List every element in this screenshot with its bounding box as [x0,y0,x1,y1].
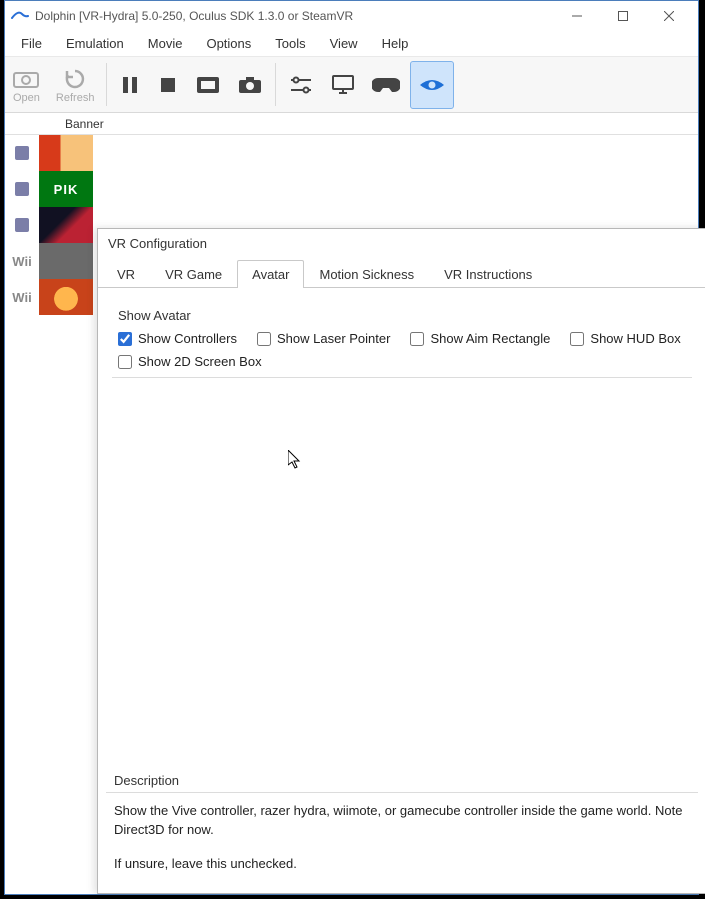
checkbox-label: Show Laser Pointer [277,331,390,346]
toolbar-screenshot[interactable] [229,57,271,112]
menu-options[interactable]: Options [196,34,261,53]
toolbar-refresh[interactable]: Refresh [48,57,103,112]
window-title: Dolphin [VR-Hydra] 5.0-250, Oculus SDK 1… [35,9,353,23]
dialog-tabs: VR VR Game Avatar Motion Sickness VR Ins… [98,257,705,287]
menu-tools[interactable]: Tools [265,34,315,53]
game-thumbnail [39,243,93,279]
dialog-title: VR Configuration [98,229,705,257]
checkbox-label: Show Aim Rectangle [430,331,550,346]
gamepad-icon [372,71,400,99]
gamecube-icon [5,144,39,162]
list-header-banner[interactable]: Banner [5,113,698,135]
description-text: Show the Vive controller, razer hydra, w… [106,792,698,874]
menu-file[interactable]: File [11,34,52,53]
checkbox-show-laser-pointer[interactable]: Show Laser Pointer [257,331,390,346]
stop-icon [157,71,179,99]
toolbar: Open Refresh [5,57,698,113]
menu-movie[interactable]: Movie [138,34,193,53]
close-button[interactable] [646,1,692,31]
titlebar: Dolphin [VR-Hydra] 5.0-250, Oculus SDK 1… [5,1,698,31]
tab-vr-instructions[interactable]: VR Instructions [429,260,547,288]
toolbar-graphics[interactable] [322,57,364,112]
checkbox-input[interactable] [118,355,132,369]
vr-config-dialog: VR Configuration VR VR Game Avatar Motio… [97,228,705,894]
menu-help[interactable]: Help [372,34,419,53]
wii-icon: Wii [5,290,39,305]
menu-emulation[interactable]: Emulation [56,34,134,53]
camera-solid-icon [237,71,263,99]
minimize-button[interactable] [554,1,600,31]
checkbox-label: Show HUD Box [590,331,680,346]
checkbox-show-hud-box[interactable]: Show HUD Box [570,331,680,346]
tab-vr-game[interactable]: VR Game [150,260,237,288]
toolbar-stop[interactable] [149,57,187,112]
checkbox-input[interactable] [570,332,584,346]
show-avatar-group: Show Avatar Show Controllers Show Laser … [104,296,700,388]
wii-icon: Wii [5,254,39,269]
toolbar-open-label: Open [13,92,40,104]
toolbar-refresh-label: Refresh [56,92,95,104]
game-thumbnail: PIK [39,171,93,207]
menubar: File Emulation Movie Options Tools View … [5,31,698,57]
checkbox-input[interactable] [410,332,424,346]
description-line: Show the Vive controller, razer hydra, w… [114,801,690,840]
mouse-cursor-icon [288,450,304,470]
eye-icon [419,71,445,99]
menu-view[interactable]: View [320,34,368,53]
tab-avatar[interactable]: Avatar [237,260,304,288]
checkbox-input[interactable] [118,332,132,346]
tab-vr[interactable]: VR [102,260,150,288]
toolbar-vr[interactable] [410,61,454,109]
main-area: Banner PIK Wii Wii [5,113,698,894]
list-item[interactable]: Wii [5,243,93,279]
toolbar-controllers[interactable] [364,57,408,112]
description-label: Description [106,769,698,792]
refresh-icon [63,65,87,93]
toolbar-config[interactable] [280,57,322,112]
toolbar-separator [275,63,276,106]
monitor-icon [330,71,356,99]
list-item[interactable] [5,207,93,243]
toolbar-open[interactable]: Open [5,57,48,112]
game-thumbnail [39,279,93,315]
description-panel: Description Show the Vive controller, ra… [98,769,705,894]
toolbar-fullscreen[interactable] [187,57,229,112]
maximize-button[interactable] [600,1,646,31]
fullscreen-icon [195,71,221,99]
list-item[interactable]: Wii [5,279,93,315]
app-logo-icon [11,9,29,23]
pause-icon [119,71,141,99]
checkbox-show-controllers[interactable]: Show Controllers [118,331,237,346]
camera-icon [13,65,39,93]
tab-motion-sickness[interactable]: Motion Sickness [304,260,429,288]
checkbox-input[interactable] [257,332,271,346]
toolbar-separator [106,63,107,106]
gamecube-icon [5,180,39,198]
checkbox-label: Show Controllers [138,331,237,346]
sliders-icon [288,71,314,99]
gamecube-icon [5,216,39,234]
checkbox-label: Show 2D Screen Box [138,354,262,369]
list-item[interactable] [5,135,93,171]
toolbar-pause[interactable] [111,57,149,112]
main-window: Dolphin [VR-Hydra] 5.0-250, Oculus SDK 1… [4,0,699,895]
checkbox-show-2d-screen-box[interactable]: Show 2D Screen Box [118,354,262,369]
group-label: Show Avatar [118,308,692,323]
checkbox-show-aim-rectangle[interactable]: Show Aim Rectangle [410,331,550,346]
game-thumbnail [39,207,93,243]
list-item[interactable]: PIK [5,171,93,207]
description-line: If unsure, leave this unchecked. [114,854,690,874]
game-list: PIK Wii Wii [5,135,93,315]
game-thumbnail [39,135,93,171]
